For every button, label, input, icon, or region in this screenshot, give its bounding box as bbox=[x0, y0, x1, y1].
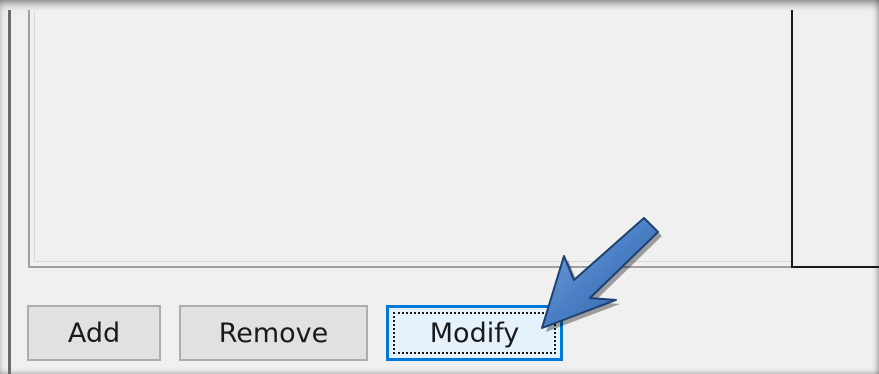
add-button-label: Add bbox=[67, 317, 121, 349]
dialog-frame: Add Remove Modify bbox=[0, 0, 879, 374]
side-panel-border-horizontal bbox=[791, 266, 879, 268]
item-list-inner bbox=[34, 10, 792, 262]
item-list-box[interactable] bbox=[28, 10, 792, 268]
add-button[interactable]: Add bbox=[27, 305, 161, 361]
modify-button[interactable]: Modify bbox=[386, 305, 563, 361]
modify-button-label: Modify bbox=[429, 317, 520, 349]
remove-button[interactable]: Remove bbox=[179, 305, 368, 361]
window-left-edge bbox=[8, 10, 11, 374]
remove-button-label: Remove bbox=[218, 317, 329, 349]
side-panel-border-vertical bbox=[791, 10, 793, 268]
